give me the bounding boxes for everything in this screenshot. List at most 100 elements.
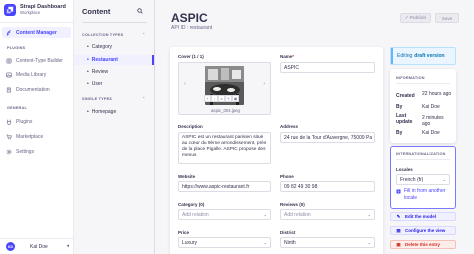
shopping-cart-icon bbox=[6, 134, 12, 140]
nav-plugins[interactable]: Plugins bbox=[2, 116, 71, 127]
name-label: Name* bbox=[280, 54, 295, 59]
download-icon bbox=[396, 189, 401, 194]
subnav-title: Content bbox=[82, 7, 111, 16]
phone-label: Phone bbox=[280, 174, 294, 179]
nav-media-library[interactable]: Media Library bbox=[2, 69, 71, 80]
category-relation-select[interactable]: Add relation ⌄ bbox=[178, 209, 271, 220]
subnav-item-category[interactable]: • Category bbox=[74, 42, 154, 52]
brand[interactable]: Strapi Dashboard Workplace bbox=[4, 4, 66, 16]
gear-icon bbox=[6, 149, 12, 155]
strapi-logo-icon bbox=[4, 4, 16, 16]
required-marker: * bbox=[292, 54, 295, 59]
nav-label: Media Library bbox=[16, 71, 47, 78]
info-key: Created bbox=[396, 93, 415, 99]
section-single-types: SINGLE TYPES bbox=[82, 97, 113, 101]
price-label: Price bbox=[178, 230, 190, 235]
cover-filename: aspic_004.jpeg bbox=[211, 108, 240, 113]
info-key: By bbox=[396, 104, 403, 110]
phone-input[interactable]: 09 82 49 30 98 bbox=[280, 181, 375, 192]
nav-footer: KD Kai Doe ◂ bbox=[0, 238, 74, 254]
user-name[interactable]: Kai Doe bbox=[30, 244, 48, 250]
divider bbox=[396, 159, 450, 160]
address-label: Address bbox=[280, 124, 299, 129]
page-subtitle: API ID : restaurant bbox=[171, 25, 213, 31]
pencil-icon: ✎ bbox=[396, 213, 401, 219]
chevron-up-icon[interactable]: ⌃ bbox=[142, 96, 145, 101]
information-title: INFORMATION bbox=[396, 76, 425, 80]
pencil-icon[interactable]: ✎ bbox=[225, 95, 232, 102]
subnav-item-restaurant[interactable]: • Restaurant bbox=[74, 55, 154, 65]
info-value: Kai Doe bbox=[422, 104, 440, 110]
chevron-left-icon[interactable]: ‹ bbox=[184, 81, 186, 87]
download-icon[interactable]: ↓ bbox=[211, 95, 218, 102]
nav-content-type-builder[interactable]: Content-Type Builder bbox=[2, 55, 71, 66]
save-button[interactable]: Save bbox=[435, 13, 459, 23]
nav-label: Marketplace bbox=[16, 133, 44, 140]
nav-label: Content-Type Builder bbox=[16, 57, 63, 64]
link-icon[interactable]: ∞ bbox=[218, 95, 225, 102]
reviews-relation-select[interactable]: Add relation ⌄ bbox=[280, 209, 375, 220]
internationalization-card: INTERNATIONALIZATION Locales French (fr)… bbox=[390, 146, 456, 209]
nav-content-manager[interactable]: Content Manager bbox=[2, 27, 71, 38]
website-label: Website bbox=[178, 174, 196, 179]
cover-label: Cover (1 / 1) bbox=[178, 54, 204, 59]
chevron-down-icon: ⌄ bbox=[367, 212, 371, 217]
publish-button[interactable]: ✓ Publish bbox=[400, 13, 431, 23]
subnav-item-user[interactable]: • User bbox=[74, 79, 154, 89]
edit-model-button[interactable]: ✎ Edit the model bbox=[390, 212, 456, 221]
plug-icon bbox=[6, 119, 12, 125]
locales-label: Locales bbox=[396, 167, 413, 172]
information-card: INFORMATION Created 22 hours ago By Kai … bbox=[390, 69, 456, 143]
address-input[interactable]: 24 rue de la Tour d'Auvergne, 75009 Pa bbox=[280, 132, 375, 143]
name-input[interactable]: ASPIC bbox=[280, 62, 375, 73]
category-label: Category (0) bbox=[178, 202, 205, 207]
search-icon[interactable] bbox=[137, 8, 143, 14]
trash-icon[interactable]: ▣ bbox=[232, 95, 239, 102]
nav-settings[interactable]: Settings bbox=[2, 146, 71, 157]
layout-icon: ▤ bbox=[396, 227, 401, 233]
fill-from-locale-link[interactable]: Fill in from another locale bbox=[396, 188, 446, 201]
avatar[interactable]: KD bbox=[6, 242, 15, 251]
collapse-nav-icon[interactable]: ◂ bbox=[66, 243, 69, 249]
subnav-item-review[interactable]: • Review bbox=[74, 67, 154, 77]
subnav-item-label: Category bbox=[91, 44, 113, 50]
divider bbox=[396, 83, 450, 84]
divider bbox=[82, 22, 147, 23]
nav-marketplace[interactable]: Marketplace bbox=[2, 131, 71, 142]
edit-form-card: Cover (1 / 1) ‹ › + ↓ ∞ ✎ ▣ aspic_004.jp… bbox=[170, 47, 383, 254]
book-icon bbox=[6, 87, 12, 93]
feather-icon bbox=[6, 29, 12, 36]
section-collection-types: COLLECTION TYPES bbox=[82, 33, 124, 37]
nav-documentation[interactable]: Documentation bbox=[2, 84, 71, 95]
locale-select[interactable]: French (fr) ⌄ bbox=[396, 174, 450, 185]
editing-prefix: Editing bbox=[397, 53, 413, 59]
page-title: ASPIC bbox=[171, 11, 208, 25]
district-label: District bbox=[280, 230, 296, 235]
brand-workspace: Workplace bbox=[20, 10, 41, 15]
website-input[interactable]: https://www.aspic-restaurant.fr bbox=[178, 181, 271, 192]
divider bbox=[0, 22, 74, 23]
nav-label: Content Manager bbox=[16, 29, 57, 36]
delete-entry-button[interactable]: ▣ Delete this entry bbox=[390, 240, 456, 249]
image-icon bbox=[6, 72, 12, 78]
nav-section-plugins: PLUGINS bbox=[7, 46, 26, 50]
info-key: Last update bbox=[396, 113, 413, 125]
cover-media-field[interactable]: ‹ › + ↓ ∞ ✎ ▣ aspic_004.jpeg bbox=[178, 62, 271, 115]
plus-icon[interactable]: + bbox=[204, 95, 211, 102]
info-value: 22 hours ago bbox=[422, 91, 452, 97]
subnav-item-homepage[interactable]: • Homepage bbox=[74, 107, 154, 117]
price-select[interactable]: Luxury ⌄ bbox=[178, 237, 271, 248]
description-textarea[interactable]: ASPIC est un restaurant parisien situé a… bbox=[178, 132, 271, 164]
info-value: Kai Doe bbox=[422, 130, 440, 136]
nav-label: Settings bbox=[16, 148, 35, 155]
info-key: By bbox=[396, 130, 403, 136]
district-select[interactable]: Ninth ⌄ bbox=[280, 237, 375, 248]
chevron-up-icon[interactable]: ⌃ bbox=[142, 32, 145, 37]
subnav-item-label: Homepage bbox=[91, 109, 117, 115]
chevron-right-icon[interactable]: › bbox=[263, 81, 265, 87]
chevron-down-icon: ⌄ bbox=[263, 212, 267, 217]
reviews-label: Reviews (0) bbox=[280, 202, 305, 207]
main-nav: Strapi Dashboard Workplace Content Manag… bbox=[0, 0, 74, 254]
configure-view-button[interactable]: ▤ Configure the view bbox=[390, 226, 456, 235]
chevron-down-icon: ⌄ bbox=[442, 177, 446, 182]
